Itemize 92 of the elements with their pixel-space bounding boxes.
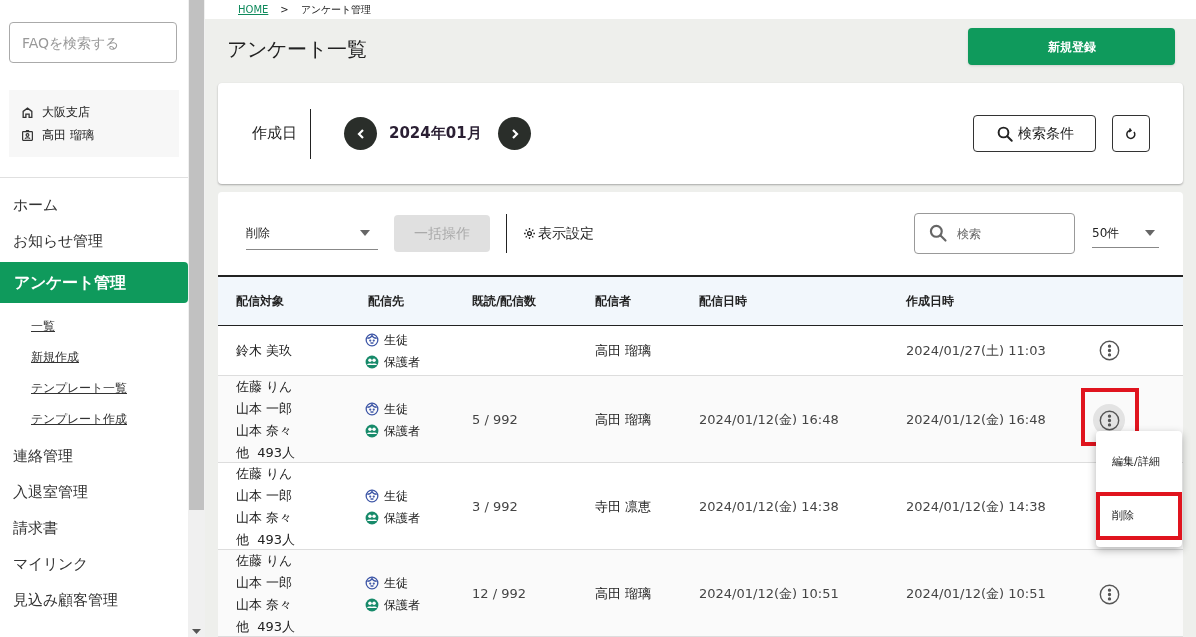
nav-item[interactable]: 連絡管理	[0, 438, 188, 474]
nav-item[interactable]: 見込み顧客管理	[0, 582, 188, 618]
filter-label: 作成日	[252, 123, 298, 145]
breadcrumb-current: アンケート管理	[300, 3, 371, 18]
column-header: 配信日時	[698, 293, 748, 310]
menu-item[interactable]: 編集/詳細	[1100, 442, 1178, 482]
target-name: 佐藤 りん	[236, 465, 294, 483]
page-title: アンケート一覧	[227, 36, 367, 64]
recipient-label: 保護者	[384, 423, 420, 440]
account-label: 大阪支店	[42, 104, 90, 121]
child-face-icon	[365, 332, 379, 347]
delivery-datetime: 2024/01/12(金) 10:51	[699, 586, 839, 602]
dropdown-arrow-icon	[1145, 230, 1155, 236]
recipient-label: 保護者	[384, 510, 420, 527]
search-conditions-button[interactable]: 検索条件	[973, 115, 1096, 153]
vertical-dots-icon	[1098, 409, 1120, 431]
created-datetime: 2024/01/12(金) 14:38	[906, 499, 1046, 515]
chevron-right-icon	[510, 128, 519, 139]
target-name: 山本 一郎	[236, 487, 294, 505]
sub-nav-link[interactable]: テンプレート一覧	[0, 372, 188, 403]
account-label: 高田 瑠璃	[42, 127, 94, 144]
created-datetime: 2024/01/12(金) 10:51	[906, 586, 1046, 602]
recipient-label: 保護者	[384, 597, 420, 614]
faq-search-field[interactable]: FAQを検索する	[9, 22, 177, 63]
target-name: 他 493人	[236, 618, 297, 636]
refresh-button[interactable]	[1112, 115, 1150, 153]
search-field[interactable]: 検索	[914, 213, 1075, 254]
target-name: 山本 一郎	[236, 574, 294, 592]
column-header: 配信者	[594, 293, 632, 310]
target-name: 山本 奈々	[236, 509, 294, 527]
column-header: 既読/配信数	[471, 293, 538, 310]
page-size-select[interactable]: 50件	[1092, 219, 1159, 248]
recipient-label: 生徒	[384, 488, 408, 505]
delivery-datetime: 2024/01/12(金) 16:48	[699, 412, 839, 428]
scroll-down-arrow-icon[interactable]	[192, 629, 201, 634]
settings-icon	[523, 227, 536, 240]
sender-name: 高田 瑠璃	[595, 342, 652, 358]
child-face-icon	[365, 576, 379, 590]
previous-month-button[interactable]	[344, 117, 377, 151]
nav-item[interactable]: 請求書	[0, 510, 188, 546]
child-face-icon	[365, 402, 379, 416]
child-face-icon	[365, 489, 379, 503]
refresh-icon	[1125, 127, 1137, 140]
created-datetime: 2024/01/27(土) 11:03	[906, 342, 1046, 358]
vertical-dots-icon	[1098, 340, 1120, 361]
nav-item[interactable]: ホーム	[0, 187, 188, 223]
target-name: 佐藤 りん	[236, 552, 294, 570]
search-icon	[995, 124, 1014, 143]
target-name: 鈴木 美玖	[236, 341, 294, 360]
next-month-button[interactable]	[498, 117, 531, 151]
target-name: 佐藤 りん	[236, 378, 294, 396]
target-name: 他 493人	[236, 444, 297, 462]
home-icon	[21, 105, 34, 119]
nav-item[interactable]: 入退室管理	[0, 474, 188, 510]
id-badge-icon	[21, 128, 34, 142]
breadcrumb-separator: >	[280, 3, 289, 18]
sender-name: 高田 瑠璃	[595, 586, 652, 602]
breadcrumb-link[interactable]: HOME	[238, 2, 269, 18]
created-datetime: 2024/01/12(金) 16:48	[906, 412, 1046, 428]
sender-name: 高田 瑠璃	[595, 412, 652, 428]
recipient-label: 生徒	[384, 331, 408, 349]
recipient-label: 生徒	[384, 401, 408, 418]
search-icon	[928, 223, 948, 243]
month-label: 2024年01月	[389, 123, 483, 145]
chevron-left-icon	[356, 128, 365, 139]
sub-nav-link[interactable]: 一覧	[0, 310, 188, 341]
sender-name: 寺田 凛恵	[595, 499, 652, 515]
sub-nav-link[interactable]: テンプレート作成	[0, 403, 188, 434]
target-name: 山本 奈々	[236, 422, 294, 440]
column-header: 作成日時	[905, 293, 955, 310]
new-registration-button[interactable]: 新規登録	[968, 28, 1175, 66]
recipient-label: 生徒	[384, 575, 408, 592]
delivery-datetime: 2024/01/12(金) 14:38	[699, 499, 839, 515]
nav-item[interactable]: アンケート管理	[0, 262, 188, 303]
nav-item[interactable]: お知らせ管理	[0, 223, 188, 259]
vertical-dots-icon	[1098, 583, 1120, 605]
read-count: 5 / 992	[472, 412, 518, 428]
menu-item[interactable]: 削除	[1100, 496, 1178, 536]
target-name: 山本 一郎	[236, 400, 294, 418]
display-settings-button[interactable]: 表示設定	[523, 223, 594, 244]
action-select[interactable]: 削除	[246, 217, 378, 250]
sub-nav-link[interactable]: 新規作成	[0, 341, 188, 372]
column-header: 配信先	[367, 293, 405, 310]
recipient-label: 保護者	[384, 353, 420, 371]
read-count: 12 / 992	[472, 586, 526, 602]
read-count: 3 / 992	[472, 499, 518, 515]
scrollbar[interactable]	[188, 0, 205, 637]
dropdown-arrow-icon	[360, 230, 370, 236]
nav-item[interactable]: マイリンク	[0, 546, 188, 582]
target-name: 他 493人	[236, 531, 297, 549]
column-header: 配信対象	[235, 293, 285, 310]
target-name: 山本 奈々	[236, 596, 294, 614]
